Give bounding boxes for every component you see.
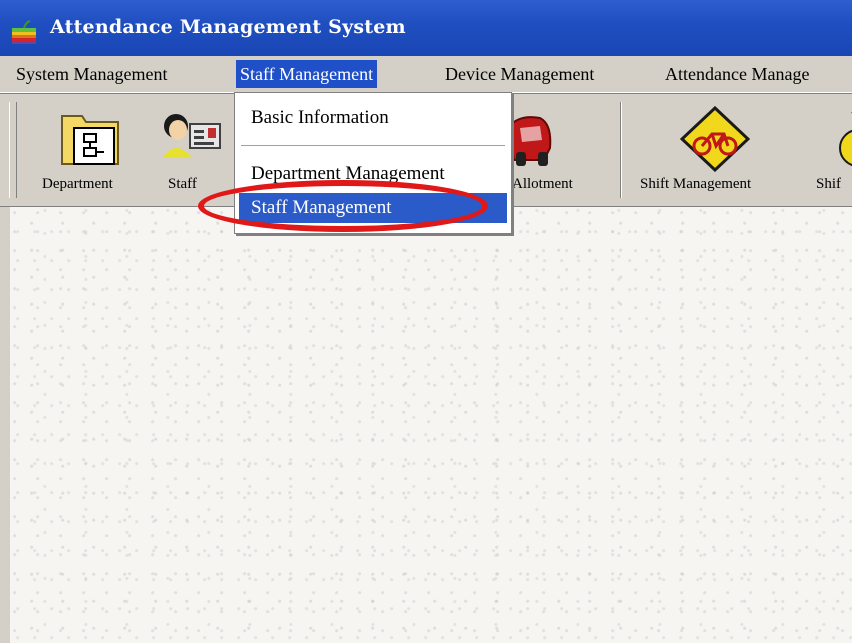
menu-separator <box>241 145 505 147</box>
main-workspace <box>10 207 852 643</box>
menu-item-staff-management[interactable]: Staff Management <box>239 193 507 223</box>
department-icon <box>61 115 119 165</box>
menu-attendance-management[interactable]: Attendance Manage <box>661 60 813 88</box>
menu-item-basic-information[interactable]: Basic Information <box>239 103 507 133</box>
toolbar-shift-label: Shif <box>816 176 842 192</box>
shift-icon <box>839 112 852 167</box>
toolbar-shift-management-button[interactable]: Shift Management <box>636 94 802 206</box>
menu-device-management[interactable]: Device Management <box>441 60 598 88</box>
toolbar-staff-label: Staff <box>168 176 197 192</box>
staff-icon <box>162 114 221 158</box>
toolbar-allotment-button[interactable]: Allotment <box>500 94 612 206</box>
menu-item-department-management[interactable]: Department Management <box>239 159 507 189</box>
bicycle-sign-icon <box>680 106 750 172</box>
window-title: Attendance Management System <box>50 16 406 38</box>
apple-logo-icon <box>12 20 36 44</box>
menu-bar: System Management Staff Management Devic… <box>0 56 852 93</box>
toolbar-staff-button[interactable]: Staff <box>150 94 230 206</box>
title-bar[interactable]: Attendance Management System <box>0 0 852 56</box>
toolbar-department-button[interactable]: Department <box>38 94 144 206</box>
toolbar-grip[interactable] <box>9 102 17 198</box>
menu-staff-management[interactable]: Staff Management <box>236 60 378 88</box>
toolbar-allotment-label: Allotment <box>512 176 573 192</box>
toolbar-shift-management-label: Shift Management <box>640 176 752 192</box>
toolbar-separator <box>620 102 622 198</box>
toolbar-shift-button[interactable]: Shif <box>810 94 852 206</box>
staff-management-dropdown: Basic Information Department Management … <box>234 92 512 234</box>
menu-system-management[interactable]: System Management <box>12 60 171 88</box>
toolbar-department-label: Department <box>42 176 113 192</box>
app-window: Attendance Management System System Mana… <box>0 0 852 643</box>
